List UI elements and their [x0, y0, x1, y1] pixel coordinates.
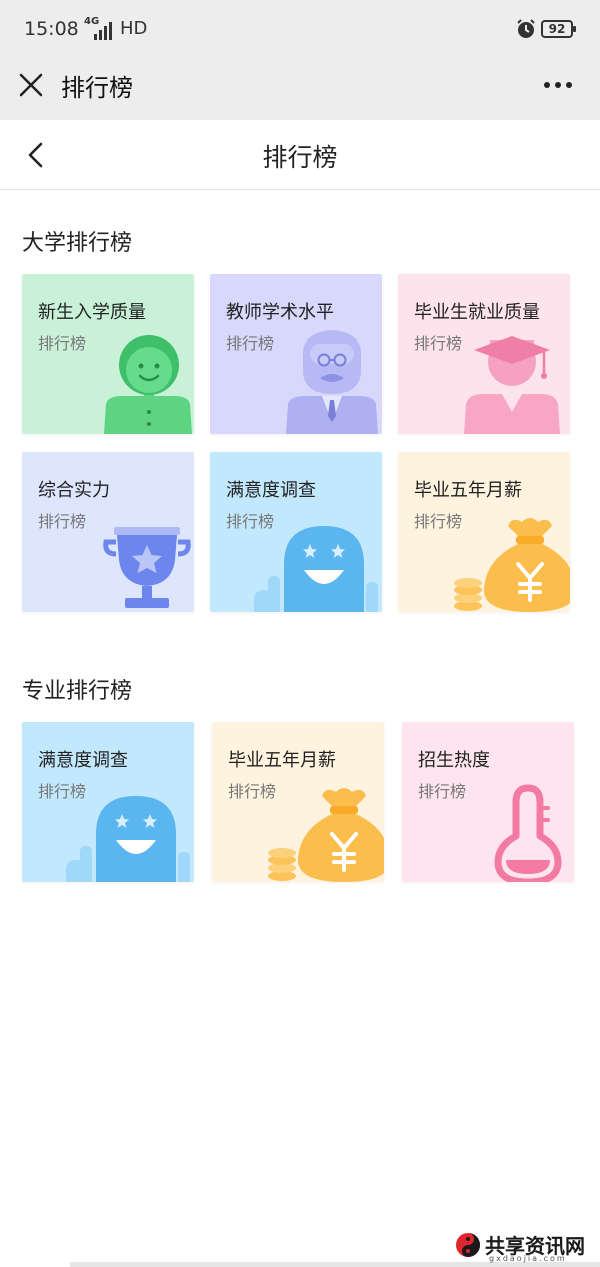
- watermark-subtext: gxdaojia.com: [489, 1254, 567, 1263]
- card-subtitle: 排行榜: [414, 334, 463, 353]
- card-major-satisfaction-survey[interactable]: 满意度调查 排行榜: [22, 722, 194, 882]
- card-graduate-employment[interactable]: 毕业生就业质量 排行榜: [398, 274, 570, 434]
- card-title: 毕业生就业质量: [414, 302, 540, 323]
- card-title: 满意度调查: [226, 480, 316, 501]
- card-teacher-academic[interactable]: 教师学术水平 排行榜: [210, 274, 382, 434]
- card-subtitle: 排行榜: [38, 782, 87, 801]
- card-title: 满意度调查: [38, 750, 128, 771]
- card-title: 教师学术水平: [226, 302, 334, 323]
- card-enrollment-popularity[interactable]: 招生热度 排行榜: [402, 722, 574, 882]
- card-subtitle: 排行榜: [226, 334, 275, 353]
- page-title: 排行榜: [262, 143, 338, 172]
- card-title: 综合实力: [38, 480, 110, 501]
- card-subtitle: 排行榜: [226, 512, 275, 531]
- watermark: 共享资讯网 gxdaojia.com: [455, 1228, 600, 1264]
- card-title: 招生热度: [418, 750, 490, 771]
- status-bar: 15:08 4G HD 92: [0, 0, 600, 60]
- battery-icon: 92: [541, 20, 576, 38]
- card-subtitle: 排行榜: [38, 512, 87, 531]
- signal-icon: 4G: [84, 16, 112, 40]
- card-five-year-salary[interactable]: 毕业五年月薪 排行榜: [398, 452, 570, 612]
- hd-indicator: HD: [120, 18, 148, 39]
- close-icon[interactable]: [18, 72, 44, 98]
- section-title-major: 专业排行榜: [22, 679, 133, 704]
- card-subtitle: 排行榜: [414, 512, 463, 531]
- card-subtitle: 排行榜: [228, 782, 277, 801]
- status-time: 15:08: [24, 18, 79, 40]
- wechat-title: 排行榜: [61, 74, 133, 102]
- wechat-title-bar: 排行榜: [0, 60, 600, 120]
- alarm-icon: [517, 19, 535, 38]
- watermark-logo-icon: [456, 1233, 480, 1257]
- card-title: 新生入学质量: [38, 302, 146, 323]
- page-header: 排行榜: [0, 120, 600, 190]
- section-title-university: 大学排行榜: [22, 231, 133, 256]
- card-overall-strength[interactable]: 综合实力 排行榜: [22, 452, 194, 612]
- more-options-icon[interactable]: [543, 72, 573, 98]
- card-satisfaction-survey[interactable]: 满意度调查 排行榜: [210, 452, 382, 612]
- card-freshman-quality[interactable]: 新生入学质量 排行榜: [22, 274, 194, 434]
- card-subtitle: 排行榜: [418, 782, 467, 801]
- card-title: 毕业五年月薪: [228, 750, 336, 771]
- card-subtitle: 排行榜: [38, 334, 87, 353]
- card-major-five-year-salary[interactable]: 毕业五年月薪 排行榜: [212, 722, 384, 882]
- card-title: 毕业五年月薪: [414, 480, 522, 501]
